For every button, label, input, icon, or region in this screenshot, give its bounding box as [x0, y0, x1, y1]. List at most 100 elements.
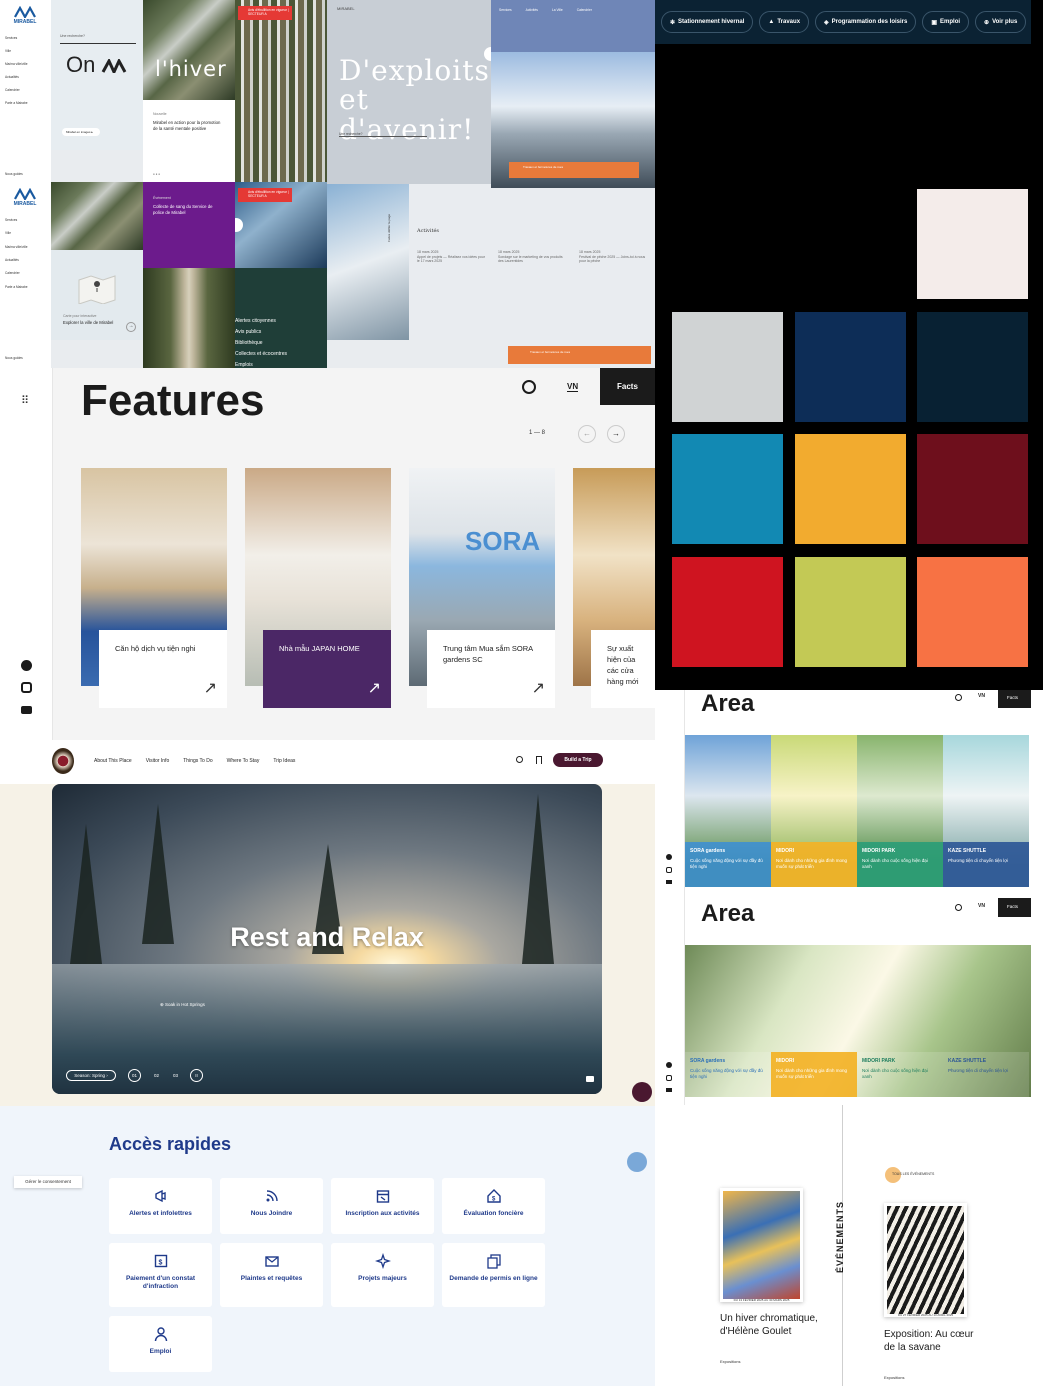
orange-banner-1[interactable]: Travaux et fermetures de rues — [509, 162, 639, 178]
area-card-3[interactable]: MIDORI PARK Nơi dành cho cuộc sống hiện đ… — [857, 735, 943, 887]
quick-nous-joindre[interactable]: Nous Joindre — [220, 1178, 323, 1234]
nav-b-actualites[interactable]: Actualités — [5, 258, 19, 262]
mirabel-small-logo[interactable]: MIRABEL — [337, 6, 355, 11]
nav-b-parle[interactable]: Parle a Mairabe — [5, 285, 28, 289]
nav-item-ville[interactable]: Ville — [5, 49, 11, 53]
consent-button[interactable]: Gérer le consentement — [14, 1176, 82, 1188]
area-card-1[interactable]: SORA gardens Cuộc sống năng động với sự đ… — [685, 735, 771, 887]
search-icon[interactable] — [955, 694, 962, 701]
quick-emploi[interactable]: Emploi — [109, 1316, 212, 1372]
nav-about[interactable]: About This Place — [94, 758, 132, 764]
nav-item-ma-ville[interactable]: Ma/ma ville/ville — [5, 62, 28, 66]
area2-card-2[interactable]: MIDORI Nơi dành cho những gia đình mong m… — [771, 945, 857, 1097]
prev-arrow-icon[interactable]: ← — [578, 425, 596, 443]
facebook-icon[interactable] — [666, 854, 672, 860]
pill-travaux[interactable]: ▲ Travaux — [759, 11, 810, 33]
link-alertes[interactable]: Alertes citoyennes — [235, 316, 287, 327]
collecte-card[interactable]: Événement Collecte de sang du Service de… — [143, 182, 235, 268]
nav-item-actualites[interactable]: Actualités — [5, 75, 19, 79]
instagram-icon[interactable] — [21, 682, 32, 693]
lang-switch[interactable]: VN — [978, 903, 985, 909]
nav-trip[interactable]: Trip Ideas — [273, 758, 295, 764]
quick-paiement[interactable]: $ Paiement d'un constat d'infraction — [109, 1243, 212, 1307]
activity-3[interactable]: 18 mars 2025 Festival de pêche 2025 — Joi… — [579, 250, 649, 264]
nav-where[interactable]: Where To Stay — [227, 758, 260, 764]
pill-stationnement[interactable]: ✻ Stationnement hivernal — [661, 11, 754, 33]
nav-b-ville[interactable]: Ville — [5, 231, 11, 235]
nav-footer-guides[interactable]: Nous guides — [5, 172, 23, 176]
area-card-2[interactable]: MIDORI Nơi dành cho những gia đình mong m… — [771, 735, 857, 887]
nav-visitor[interactable]: Visitor Info — [146, 758, 170, 764]
activity-1[interactable]: 18 mars 2025 Appel de projets — Réalisez … — [417, 250, 487, 264]
search-input[interactable]: Une recherche? — [60, 34, 136, 44]
facebook-icon[interactable] — [666, 1062, 672, 1068]
event-title-1[interactable]: Un hiver chromatique, d'Hélène Goulet — [720, 1313, 820, 1338]
instagram-icon[interactable] — [666, 867, 672, 873]
header-link-activites[interactable]: Activités — [526, 8, 538, 12]
hero-link[interactable]: ⊕ Soak in Hot Springs — [160, 1002, 205, 1008]
quick-inscription[interactable]: Inscription aux activités — [331, 1178, 434, 1234]
link-bibliotheque[interactable]: Bibliothèque — [235, 338, 287, 349]
feature-card-2[interactable]: Nhà mẫu JAPAN HOME ↗ — [245, 468, 391, 708]
mirabel-logo[interactable]: MIRABEL — [8, 6, 42, 25]
lang-switch[interactable]: VN — [567, 382, 579, 392]
quick-projets[interactable]: Projets majeurs — [331, 1243, 434, 1307]
event-image-1[interactable] — [720, 1188, 803, 1302]
feature-card-3[interactable]: SORA Trung tâm Mua sắm SORA gardens SC ↗ — [409, 468, 555, 708]
nav-b-ma-ville[interactable]: Ma/ma ville/ville — [5, 245, 28, 249]
grid-menu-icon[interactable]: ⠿ — [21, 394, 29, 407]
quick-plaintes[interactable]: Plaintes et requêtes — [220, 1243, 323, 1307]
instagram-icon[interactable] — [666, 1075, 672, 1081]
build-trip-button[interactable]: Build a Trip — [553, 753, 603, 767]
feature-card-1[interactable]: Căn hộ dịch vụ tiện nghi ↗ — [81, 468, 227, 708]
alert-banner-2[interactable]: Avis d'ébullition en vigueur | SECTEUR A — [238, 188, 292, 202]
camera-icon[interactable] — [586, 1076, 594, 1082]
area-card-4[interactable]: KAZE SHUTTLE Phương tiện di chuyển tiện l… — [943, 735, 1029, 887]
nav-b-services[interactable]: Services — [5, 218, 17, 222]
quick-permis[interactable]: Demande de permis en ligne — [442, 1243, 545, 1307]
explorer-arrow-icon[interactable]: → — [126, 322, 136, 332]
slide-3[interactable]: 03 — [169, 1069, 182, 1082]
nav-item-services[interactable]: Services — [5, 36, 17, 40]
bookmark-circle-icon[interactable] — [235, 218, 243, 232]
mirabel-logo-b[interactable]: MIRABEL — [8, 188, 42, 207]
facts-button[interactable]: Facts — [998, 898, 1031, 917]
search-icon[interactable] — [522, 380, 536, 394]
news-card[interactable]: Nouvelle Mirabel en action pour la promo… — [143, 100, 235, 182]
chat-icon[interactable] — [632, 1082, 652, 1102]
feature-card-4[interactable]: Sự xuất hiện của các cửa hàng mới — [573, 468, 655, 708]
slide-2[interactable]: 02 — [150, 1069, 163, 1082]
carousel-dot[interactable] — [484, 47, 491, 61]
link-emplois[interactable]: Emplois — [235, 360, 287, 368]
exploits-search[interactable]: Une recherche? — [339, 132, 427, 137]
explorer-card[interactable]: Carte pour interactive Explorer la ville… — [51, 250, 143, 340]
nav-things[interactable]: Things To Do — [183, 758, 212, 764]
facts-button[interactable]: Facts — [998, 690, 1031, 708]
search-icon[interactable] — [955, 904, 962, 911]
event-title-2[interactable]: Exposition: Au cœur de la savane — [884, 1329, 984, 1354]
nav-item-calendrier[interactable]: Calendrier — [5, 88, 20, 92]
youtube-icon[interactable] — [666, 1088, 672, 1092]
youtube-icon[interactable] — [21, 706, 32, 714]
header-link-calendrier[interactable]: Calendrier — [577, 8, 592, 12]
facebook-icon[interactable] — [21, 660, 32, 671]
link-collectes[interactable]: Collectes et écocentres — [235, 349, 287, 360]
pill-loisirs[interactable]: ◈ Programmation des loisirs — [815, 11, 917, 33]
nav-b-footer-guides[interactable]: Nous guides — [5, 356, 23, 360]
youtube-icon[interactable] — [666, 880, 672, 884]
all-events-link[interactable]: TOUS LES ÉVÉNEMENTS — [892, 1172, 934, 1176]
header-link-services[interactable]: Services — [499, 8, 512, 12]
next-arrow-icon[interactable]: → — [607, 425, 625, 443]
quick-evaluation[interactable]: $ Évaluation foncière — [442, 1178, 545, 1234]
event-image-2[interactable] — [884, 1203, 967, 1317]
activity-2[interactable]: 18 mars 2025 Sondage sur le marketing de … — [498, 250, 568, 264]
orange-banner-2[interactable]: Travaux et fermetures de rues — [508, 346, 651, 364]
facts-button[interactable]: Facts — [600, 368, 655, 405]
area2-card-3[interactable]: MIDORI PARK Nơi dành cho cuộc sống hiện đ… — [857, 945, 943, 1097]
area2-card-1[interactable]: SORA gardens Cuộc sống năng động với sự đ… — [685, 945, 771, 1097]
alert-banner-1[interactable]: Avis d'ébullition en vigueur | SECTEUR A — [238, 6, 292, 20]
area2-card-4[interactable]: KAZE SHUTTLE Phương tiện di chuyển tiện l… — [943, 945, 1029, 1097]
link-avis[interactable]: Avis publics — [235, 327, 287, 338]
slide-1[interactable]: 01 — [128, 1069, 141, 1082]
pill-emploi[interactable]: ▣ Emploi — [922, 11, 970, 33]
